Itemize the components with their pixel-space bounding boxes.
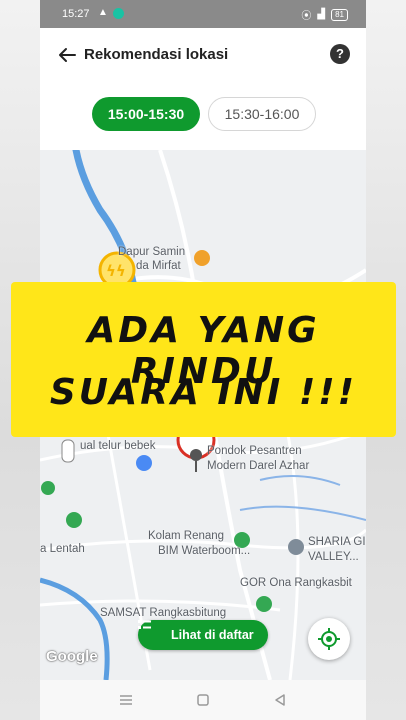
park-marker-icon[interactable] [41, 481, 55, 495]
shop-marker-icon[interactable] [136, 455, 152, 471]
tab-slot-1530[interactable]: 15:30-16:00 [208, 97, 316, 131]
overlay-banner: ADA YANG RINDU SUARA INI !!! [11, 282, 396, 437]
navigation-arrow-icon: ▲ [98, 7, 108, 18]
time-slot-tabs: 15:00-15:30 15:30-16:00 [40, 84, 366, 150]
map-label-samsat: SAMSAT Rangkasbitung [100, 607, 227, 619]
crosshair-icon [318, 628, 340, 650]
location-icon: ⦿ [301, 11, 312, 22]
google-attribution: Google [46, 648, 98, 665]
status-bar: 15:27 ▲ ⦿ ▟ 81 [40, 0, 366, 28]
tree-marker-icon[interactable] [66, 512, 82, 528]
mosque-marker-icon[interactable] [288, 539, 304, 555]
svg-text:ϟϟ: ϟϟ [106, 262, 126, 280]
map-label-kolam-2: BIM Waterboom... [158, 545, 251, 557]
back-arrow-icon[interactable] [56, 44, 78, 66]
view-list-label: Lihat di daftar [171, 628, 254, 642]
app-notification-icon [113, 8, 124, 19]
page-title: Rekomendasi lokasi [84, 46, 229, 63]
my-location-button[interactable] [308, 618, 350, 660]
restaurant-marker-icon[interactable] [194, 250, 210, 266]
status-time: 15:27 [62, 8, 90, 20]
pondok-marker-icon[interactable] [190, 449, 202, 461]
map-label-sharia-2: VALLEY... [308, 551, 359, 563]
driver-car-icon [61, 439, 75, 463]
map-label-sharia: SHARIA GI [308, 536, 366, 548]
tab-slot-1500[interactable]: 15:00-15:30 [92, 97, 200, 131]
back-nav-icon[interactable] [272, 692, 288, 708]
map-label-gor: GOR Ona Rangkasbit [240, 577, 352, 589]
signal-icon: ▟ [317, 9, 326, 20]
battery-icon: 81 [331, 8, 348, 21]
map-label-telur: ual telur bebek [80, 440, 156, 452]
list-icon [138, 620, 151, 629]
view-list-button[interactable]: Lihat di daftar [138, 620, 268, 650]
map-label-pondok: Pondok Pesantren [207, 445, 302, 457]
system-icons: ⦿ ▟ 81 [301, 7, 348, 22]
system-nav-bar [40, 680, 366, 720]
banner-line-2: SUARA INI !!! [49, 372, 358, 413]
gor-marker-icon[interactable] [256, 596, 272, 612]
map-label-dapur-2: da Mirfat [136, 260, 181, 272]
help-icon[interactable]: ? [330, 44, 350, 64]
menu-nav-icon[interactable] [118, 692, 134, 708]
app-header: Rekomendasi lokasi ? [40, 28, 366, 84]
map-label-dapur: Dapur Samin [118, 246, 186, 258]
map-label-pondok-2: Modern Darel Azhar [207, 460, 310, 472]
home-nav-icon[interactable] [195, 692, 211, 708]
map-label-lentah: a Lentah [40, 543, 85, 555]
map-label-kolam: Kolam Renang [148, 530, 225, 542]
